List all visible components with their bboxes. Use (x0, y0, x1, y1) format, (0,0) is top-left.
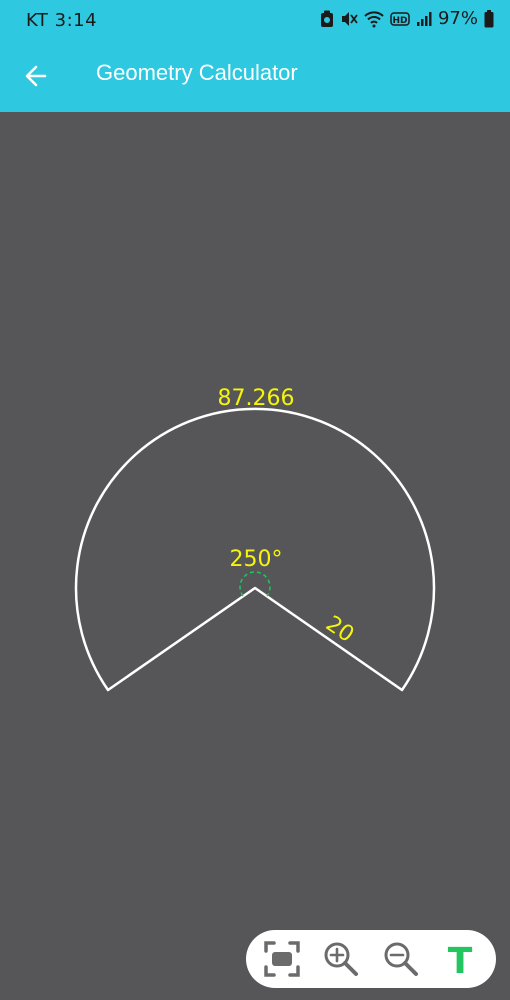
angle-label: 250° (230, 547, 283, 572)
zoom-in-icon (324, 942, 359, 976)
canvas-toolbar: T (246, 930, 496, 988)
zoom-in-button[interactable] (317, 935, 365, 983)
radius-label: 20 (321, 611, 358, 647)
battery-percent: 97% (437, 8, 478, 29)
sector-diagram: 87.266 250° 20 (74, 386, 436, 692)
mute-icon (340, 10, 358, 28)
text-toggle-button[interactable]: T (436, 935, 484, 983)
angle-indicator-arc (239, 571, 271, 597)
drawing-canvas[interactable]: 87.266 250° 20 (0, 112, 510, 1000)
status-time: KT 3:14 (26, 10, 98, 31)
app-bar: Geometry Calculator (0, 40, 510, 112)
status-icons: HD 97% (320, 8, 494, 29)
arrow-left-icon (25, 65, 47, 87)
fit-screen-icon (264, 941, 300, 977)
text-t-icon: T (448, 941, 473, 979)
camera-notification-icon (320, 10, 334, 28)
status-bar: KT 3:14 HD 97% (0, 0, 510, 40)
hd-text: HD (392, 16, 407, 26)
hd-icon: HD (390, 11, 410, 27)
text-toggle-label: T (448, 941, 473, 979)
battery-icon (484, 9, 494, 28)
fit-screen-button[interactable] (258, 935, 306, 983)
arc-length-label: 87.266 (218, 386, 295, 411)
back-button[interactable] (16, 56, 56, 96)
zoom-out-icon (384, 942, 418, 976)
signal-icon (416, 11, 432, 27)
page-title: Geometry Calculator (96, 60, 298, 85)
zoom-out-button[interactable] (377, 935, 425, 983)
wifi-icon (364, 10, 384, 28)
